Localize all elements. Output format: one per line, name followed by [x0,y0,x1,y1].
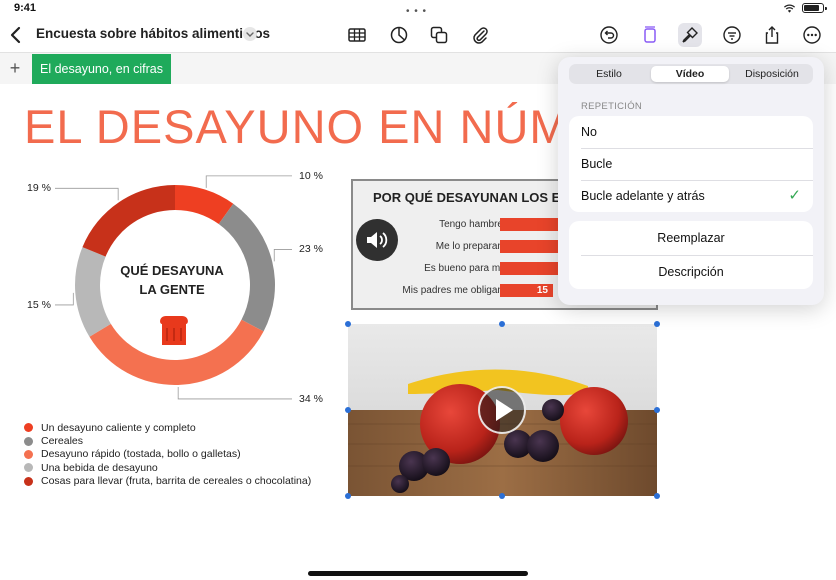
repeat-option-no[interactable]: No [569,116,813,148]
chart-legend: Un desayuno caliente y completo Cereales D… [24,421,311,488]
leader-line [55,187,119,201]
leader-line [55,292,74,306]
speaker-icon[interactable] [356,219,398,261]
status-indicators [783,3,827,13]
leader-line [205,175,292,188]
percentage-label: 34 % [299,392,323,405]
status-bar: 9:41 • • • [0,0,836,18]
percentage-label: 19 % [27,182,51,195]
tab-video[interactable]: Vídeo [651,66,729,82]
donut-center-line1: QUÉ DESAYUNA [120,263,224,278]
format-icon[interactable] [638,23,662,47]
format-popover: Estilo Vídeo Disposición REPETICIÓN No B… [558,57,824,305]
legend-swatch [24,423,33,433]
selection-handle[interactable] [345,407,351,413]
percentage-label: 23 % [299,243,323,256]
video-actions: Reemplazar Descripción [569,221,813,289]
replace-button[interactable]: Reemplazar [569,221,813,255]
document-title[interactable]: Encuesta sobre hábitos alimenticios [36,26,270,41]
multitasking-dots-icon[interactable]: • • • [406,6,427,17]
bar-category-label: Es bueno para mí [424,263,503,274]
repeat-option-back-forth[interactable]: Bucle adelante y atrás ✓ [569,180,813,212]
bar[interactable]: 15 [500,284,553,297]
legend-label: Cereales [41,435,84,448]
more-icon[interactable] [800,23,824,47]
toolbar: Encuesta sobre hábitos alimenticios [0,18,836,52]
selection-handle[interactable] [654,321,660,327]
repeat-option-loop[interactable]: Bucle [569,148,813,180]
description-button[interactable]: Descripción [569,255,813,289]
home-indicator [308,571,528,576]
legend-swatch [24,463,33,473]
chart-icon[interactable] [387,23,411,47]
legend-item: Cosas para llevar (fruta, barrita de cer… [24,475,311,488]
battery-icon [802,3,827,13]
shapes-icon[interactable] [427,23,451,47]
legend-swatch [24,449,33,459]
legend-item: Cereales [24,434,311,447]
donut-center-line2: LA GENTE [139,282,205,297]
leader-line [177,386,292,400]
repeat-options: No Bucle Bucle adelante y atrás ✓ [569,116,813,212]
percentage-label: 15 % [27,298,51,311]
legend-label: Un desayuno caliente y completo [41,421,196,434]
bar-chart-title: POR QUÉ DESAYUNAN LOS ES [373,190,570,205]
legend-swatch [24,436,33,446]
wifi-icon [783,4,796,13]
toast-icon [160,316,188,345]
repeat-section-label: REPETICIÓN [581,101,643,112]
play-button[interactable] [478,386,526,434]
organize-icon[interactable] [720,23,744,47]
repeat-option-back-forth-label: Bucle adelante y atrás [581,189,705,203]
percentage-label: 10 % [299,169,323,182]
checkmark-icon: ✓ [788,187,801,204]
tab-estilo[interactable]: Estilo [571,66,647,82]
legend-label: Una bebida de desayuno [41,461,158,474]
sheet-tab[interactable]: El desayuno, en cifras [32,54,171,84]
selection-handle[interactable] [499,493,505,499]
donut-slice[interactable] [82,185,175,257]
back-chevron-icon[interactable] [6,24,26,46]
table-icon[interactable] [345,23,369,47]
undo-icon[interactable] [597,23,621,47]
title-chevron-down-icon[interactable] [243,27,257,41]
video-thumbnail[interactable] [348,324,657,496]
selection-handle[interactable] [654,407,660,413]
legend-swatch [24,476,33,486]
tab-disposicion[interactable]: Disposición [733,66,811,82]
selection-handle[interactable] [345,493,351,499]
share-icon[interactable] [760,23,784,47]
status-time: 9:41 [14,2,37,14]
legend-item: Una bebida de desayuno [24,461,311,474]
donut-center-label: QUÉ DESAYUNA LA GENTE [120,261,224,299]
selection-handle[interactable] [654,493,660,499]
legend-label: Desayuno rápido (tostada, bollo o gallet… [41,448,241,461]
selection-handle[interactable] [499,321,505,327]
legend-item: Desayuno rápido (tostada, bollo o gallet… [24,448,311,461]
selection-handle[interactable] [345,321,351,327]
add-sheet-button[interactable]: + [6,58,24,79]
leader-line [273,249,292,262]
donut-slice[interactable] [75,247,111,337]
donut-slice[interactable] [218,203,275,332]
bar-category-label: Mis padres me obligan [402,285,503,296]
bar-value-label: 15 [536,285,548,296]
legend-label: Cosas para llevar (fruta, barrita de cer… [41,475,312,488]
format-tabs: Estilo Vídeo Disposición [569,64,813,84]
attachment-icon[interactable] [468,23,492,47]
legend-item: Un desayuno caliente y completo [24,421,311,434]
paintbrush-icon[interactable] [678,23,702,47]
